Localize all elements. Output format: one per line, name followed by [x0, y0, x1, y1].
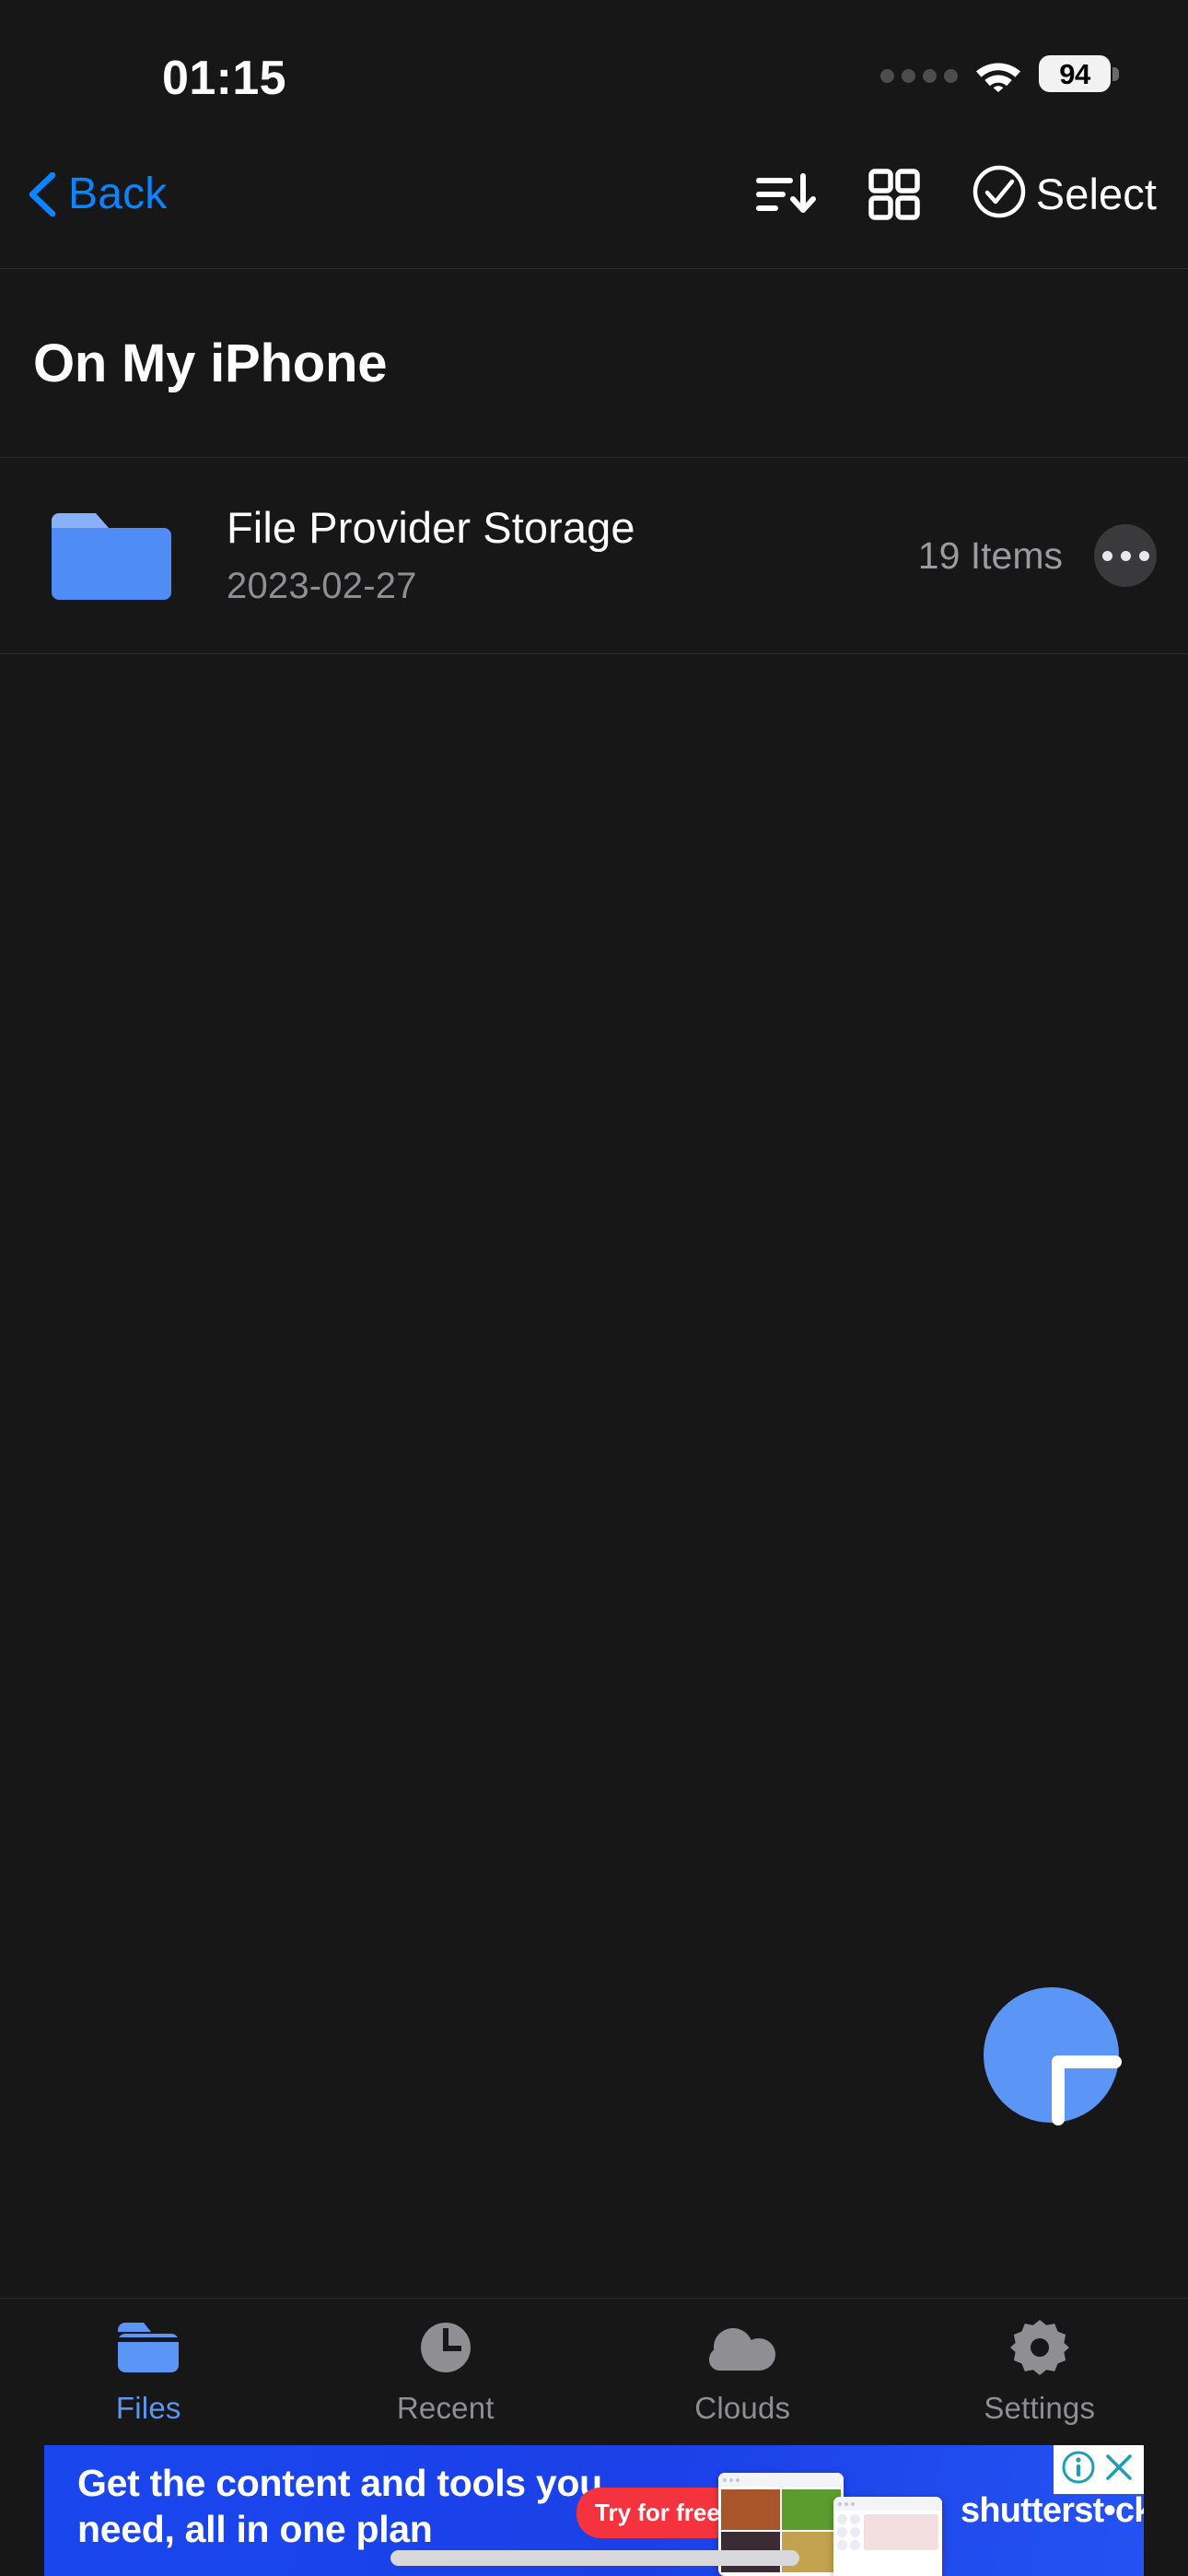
tab-label: Recent — [396, 2390, 495, 2425]
cellular-dots-icon — [880, 64, 958, 83]
page-title: On My iPhone — [33, 333, 388, 393]
section-header: On My iPhone — [0, 269, 1188, 458]
tab-clouds[interactable]: Clouds — [594, 2299, 891, 2445]
file-list: File Provider Storage 2023-02-27 19 Item… — [0, 458, 1188, 654]
tab-files[interactable]: Files — [0, 2299, 297, 2445]
checkmark-circle-icon — [972, 164, 1027, 224]
ad-brand-logo: shutterst•ckflex — [961, 2491, 1144, 2531]
grid-view-icon[interactable] — [868, 168, 920, 220]
battery-icon: 94 — [1039, 55, 1119, 92]
status-bar: 01:15 94 — [0, 0, 1188, 120]
ellipsis-icon[interactable] — [1094, 524, 1157, 587]
status-bar-clock: 01:15 — [162, 52, 286, 105]
tab-settings[interactable]: Settings — [891, 2299, 1188, 2445]
ad-controls — [1054, 2445, 1144, 2494]
folder-icon — [115, 2319, 181, 2376]
home-indicator — [390, 2550, 799, 2566]
back-button[interactable]: Back — [26, 169, 168, 219]
ad-headline: Get the content and tools you need, all … — [77, 2462, 602, 2551]
select-button-label: Select — [1035, 170, 1157, 218]
list-item-count: 19 Items — [917, 533, 1063, 577]
navigation-bar: Back Select — [0, 120, 1188, 269]
tab-recent[interactable]: Recent — [297, 2299, 595, 2445]
list-item-texts: File Provider Storage 2023-02-27 — [227, 504, 918, 607]
close-x-icon[interactable] — [1101, 2450, 1136, 2489]
cloud-icon — [707, 2319, 777, 2376]
navigation-actions: Select — [754, 164, 1157, 224]
tab-label: Clouds — [694, 2390, 791, 2425]
phone-screen: 01:15 94 Back Select On My iPhone File P… — [0, 0, 1188, 2576]
back-button-label: Back — [68, 170, 168, 218]
ad-cta-button[interactable]: Try for free — [577, 2488, 739, 2538]
ad-brand-name: shutterst•ck — [961, 2491, 1144, 2530]
gear-icon — [1009, 2319, 1069, 2376]
add-button[interactable] — [984, 1987, 1122, 2125]
ad-mockup-window-editor — [833, 2497, 942, 2576]
folder-icon — [44, 508, 171, 603]
wifi-icon — [974, 55, 1022, 92]
info-circle-icon[interactable] — [1061, 2450, 1096, 2489]
list-item-name: File Provider Storage — [227, 503, 635, 553]
tab-bar: Files Recent Clouds Settings — [0, 2298, 1188, 2445]
battery-percent-label: 94 — [1059, 57, 1090, 90]
sort-descending-icon[interactable] — [754, 169, 817, 220]
chevron-left-icon — [26, 171, 57, 217]
status-bar-indicators: 94 — [880, 51, 1119, 97]
list-item-date: 2023-02-27 — [227, 565, 417, 606]
list-item[interactable]: File Provider Storage 2023-02-27 19 Item… — [0, 458, 1188, 654]
tab-label: Settings — [984, 2390, 1096, 2425]
clock-icon — [417, 2319, 474, 2376]
select-button[interactable]: Select — [972, 164, 1157, 224]
tab-label: Files — [115, 2390, 181, 2425]
